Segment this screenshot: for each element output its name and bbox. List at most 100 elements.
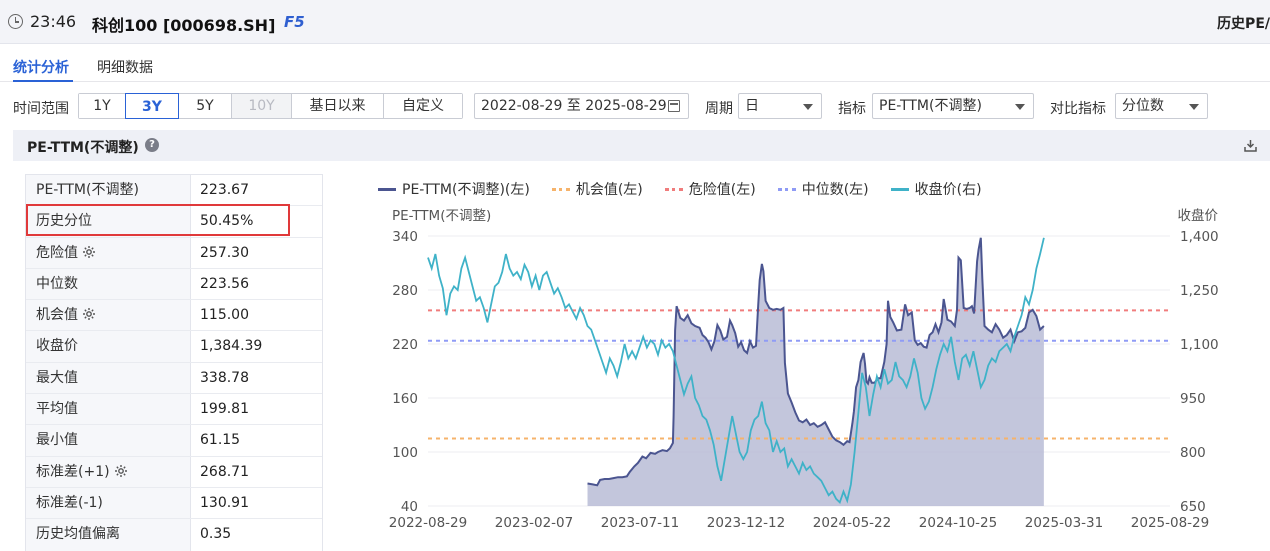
period-label: 周期: [705, 101, 733, 117]
indicator-select-value: PE-TTM(不调整): [879, 98, 982, 114]
stats-table: PE-TTM(不调整) 223.67 历史分位 50.45% 危险值 257.30 中位数 2…: [25, 174, 323, 551]
tab-detail-data[interactable]: 明细数据: [97, 57, 153, 77]
stat-label: 中位数: [26, 268, 191, 300]
stat-label: 危险值: [26, 237, 191, 268]
stat-value: 130.91: [200, 494, 249, 511]
chevron-down-icon: [1189, 104, 1199, 110]
y-left-tick-label: 220: [392, 337, 418, 353]
date-range-text: 2022-08-29 至 2025-08-29: [481, 98, 667, 114]
stat-label-text: 中位数: [36, 275, 78, 292]
stat-label-text: 历史分位: [36, 213, 92, 230]
stat-value: 338.78: [200, 369, 249, 386]
legend-item[interactable]: 危险值(左): [664, 180, 756, 198]
legend-label: 中位数(左): [801, 182, 869, 198]
period-select[interactable]: 日: [738, 93, 822, 119]
gear-icon[interactable]: [82, 302, 96, 321]
security-title: 科创100 [000698.SH]: [92, 16, 276, 35]
calendar-icon: [668, 100, 680, 112]
help-icon[interactable]: ?: [145, 138, 159, 152]
y-left-tick-label: 100: [392, 445, 418, 461]
range-since-base-button[interactable]: 基日以来: [292, 94, 384, 118]
legend-item[interactable]: 中位数(左): [777, 180, 869, 198]
tab-bar: 统计分析 明细数据: [0, 44, 1270, 82]
stat-value: 61.15: [200, 432, 241, 449]
legend-swatch: [551, 187, 570, 191]
gear-icon[interactable]: [114, 459, 128, 477]
stat-row: 历史均值偏离 0.35: [26, 519, 322, 551]
indicator-label: 指标: [838, 101, 866, 117]
indicator-select[interactable]: PE-TTM(不调整): [872, 93, 1034, 119]
stat-label: 历史分位: [26, 206, 191, 237]
time-range-group: 1Y 3Y 5Y 10Y 基日以来 自定义: [78, 93, 463, 119]
stat-label-text: 收盘价: [36, 338, 78, 355]
stat-row: 最大值 338.78: [26, 362, 322, 395]
stat-value: 0.35: [200, 526, 232, 543]
stat-label: PE-TTM(不调整): [26, 175, 191, 206]
stat-label: 标准差(+1): [26, 456, 191, 487]
download-icon[interactable]: [1244, 139, 1257, 152]
range-5y-button[interactable]: 5Y: [179, 94, 232, 118]
section-header: PE-TTM(不调整) ?: [13, 130, 1270, 161]
legend-item[interactable]: PE-TTM(不调整)(左): [378, 180, 530, 198]
y-left-tick-label: 340: [392, 229, 418, 245]
stat-value: 115.00: [200, 307, 249, 324]
f5-shortcut[interactable]: F5: [284, 13, 305, 31]
stat-row: 最小值 61.15: [26, 425, 322, 457]
stat-row: 历史分位 50.45%: [26, 206, 322, 238]
y-left-tick-label: 160: [392, 391, 418, 407]
stat-label: 平均值: [26, 394, 191, 425]
x-tick-label: 2023-12-12: [707, 515, 785, 531]
stat-row: 平均值 199.81: [26, 394, 322, 426]
tab-statistics[interactable]: 统计分析: [13, 57, 69, 77]
y-left-tick-label: 40: [401, 499, 418, 515]
y-right-tick-label: 1,100: [1180, 337, 1219, 353]
x-tick-label: 2025-03-31: [1025, 515, 1103, 531]
y-right-tick-label: 650: [1180, 499, 1206, 515]
range-1y-button[interactable]: 1Y: [79, 94, 126, 118]
stat-value: 1,384.39: [200, 338, 263, 355]
stat-label-text: 危险值: [36, 244, 78, 261]
stat-label-text: PE-TTM(不调整): [36, 182, 139, 198]
stat-label: 最大值: [26, 362, 191, 394]
x-tick-label: 2023-07-11: [601, 515, 679, 531]
chevron-down-icon: [803, 104, 813, 110]
legend-item[interactable]: 机会值(左): [551, 180, 643, 198]
x-tick-label: 2025-08-29: [1131, 515, 1209, 531]
legend-swatch: [378, 187, 396, 191]
legend-label: 危险值(左): [688, 182, 756, 198]
stat-row: 机会值 115.00: [26, 300, 322, 332]
stat-label: 最小值: [26, 425, 191, 456]
stat-label: 收盘价: [26, 331, 191, 362]
title-bar: 23:46 科创100 [000698.SH] F5 历史PE/: [0, 0, 1270, 44]
pe-chart: PE-TTM(不调整) 340 280 220 160 100 40 收盘价 1,400 1,25…: [389, 207, 1219, 531]
range-3y-button[interactable]: 3Y: [125, 93, 179, 119]
stat-value: 268.71: [200, 463, 249, 480]
clock-icon: [8, 14, 23, 29]
gear-icon[interactable]: [82, 240, 96, 258]
date-range-picker[interactable]: 2022-08-29 至 2025-08-29: [474, 93, 689, 119]
stat-row: 收盘价 1,384.39: [26, 331, 322, 363]
legend-item[interactable]: 收盘价(右): [890, 180, 982, 198]
stat-value: 199.81: [200, 401, 249, 418]
y-right-tick-label: 800: [1180, 445, 1206, 461]
y-left-tick-label: 280: [392, 283, 418, 299]
left-axis-title: PE-TTM(不调整): [392, 208, 491, 224]
legend-swatch: [890, 187, 909, 191]
stat-label: 历史均值偏离: [26, 519, 191, 551]
chevron-down-icon: [1015, 104, 1025, 110]
y-right-tick-label: 1,400: [1180, 229, 1219, 245]
stat-label-text: 标准差(+1): [36, 463, 110, 480]
range-10y-button: 10Y: [232, 94, 292, 118]
stat-value: 50.45%: [200, 213, 254, 230]
stat-value: 223.56: [200, 275, 249, 292]
x-tick-label: 2024-10-25: [919, 515, 997, 531]
right-axis-title: 收盘价: [1178, 207, 1219, 224]
stat-row: PE-TTM(不调整) 223.67: [26, 175, 322, 207]
range-custom-button[interactable]: 自定义: [384, 94, 462, 118]
compare-indicator-select[interactable]: 分位数: [1115, 93, 1208, 119]
stat-row: 标准差(+1) 268.71: [26, 456, 322, 488]
legend-label: 收盘价(右): [914, 182, 982, 198]
stat-label-text: 机会值: [36, 307, 78, 324]
stat-row: 标准差(-1) 130.91: [26, 487, 322, 520]
stat-label-text: 平均值: [36, 401, 78, 418]
